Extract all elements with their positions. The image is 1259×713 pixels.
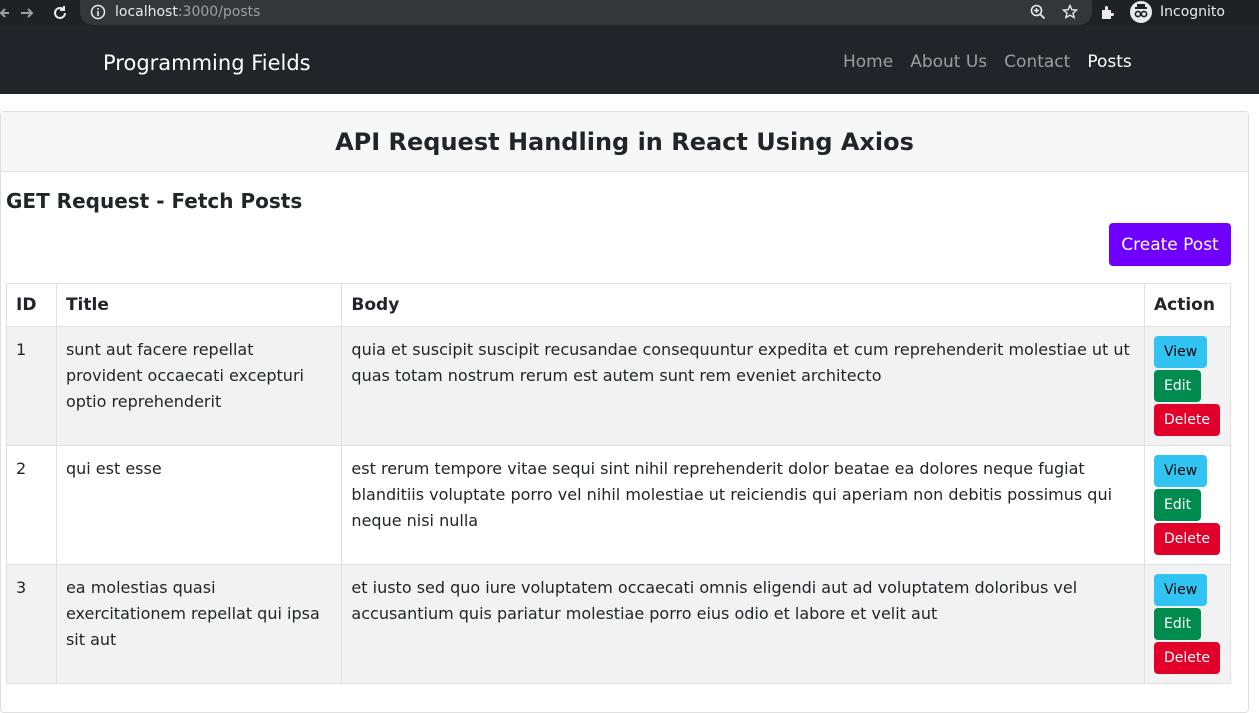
reload-icon[interactable]	[50, 0, 70, 25]
posts-card: API Request Handling in React Using Axio…	[0, 111, 1249, 713]
nav-links: Home About Us Contact Posts	[843, 51, 1149, 73]
back-icon[interactable]	[0, 0, 10, 25]
table-row: 1 sunt aut facere repellat provident occ…	[6, 326, 1232, 446]
zoom-icon[interactable]	[1030, 4, 1046, 24]
star-icon[interactable]	[1061, 3, 1079, 24]
extensions-icon[interactable]	[1100, 4, 1116, 24]
browser-toolbar: localhost:3000/posts Incognito	[0, 0, 1259, 25]
cell-title: ea molestias quasi exercitationem repell…	[55, 564, 343, 684]
table-header-row: ID Title Body Action	[6, 283, 1232, 327]
create-post-button[interactable]: Create Post	[1109, 223, 1231, 266]
edit-button[interactable]: Edit	[1153, 489, 1202, 521]
view-button[interactable]: View	[1153, 574, 1208, 606]
incognito-label: Incognito	[1160, 4, 1225, 20]
table-row: 2 qui est esse est rerum tempore vitae s…	[6, 445, 1232, 565]
table-row: 3 ea molestias quasi exercitationem repe…	[6, 564, 1232, 684]
edit-button[interactable]: Edit	[1153, 608, 1202, 640]
url-text[interactable]: localhost:3000/posts	[115, 3, 260, 21]
cell-id: 2	[6, 445, 57, 565]
cell-title: sunt aut facere repellat provident occae…	[55, 326, 343, 446]
address-bar[interactable]: localhost:3000/posts	[80, 0, 1092, 25]
view-button[interactable]: View	[1153, 455, 1208, 487]
page-title: API Request Handling in React Using Axio…	[335, 127, 914, 156]
delete-button[interactable]: Delete	[1153, 642, 1220, 674]
nav-link-home[interactable]: Home	[843, 51, 893, 73]
header-body: Body	[341, 283, 1145, 327]
header-action: Action	[1143, 283, 1232, 327]
delete-button[interactable]: Delete	[1153, 523, 1220, 555]
cell-actions: View Edit Delete	[1143, 326, 1232, 446]
app-navbar: Programming Fields Home About Us Contact…	[0, 25, 1259, 94]
forward-icon[interactable]	[17, 0, 37, 25]
nav-link-about-us[interactable]: About Us	[910, 51, 987, 73]
site-info-icon[interactable]	[90, 4, 106, 24]
nav-link-contact[interactable]: Contact	[1004, 51, 1070, 73]
cell-body: est rerum tempore vitae sequi sint nihil…	[341, 445, 1145, 565]
cell-actions: View Edit Delete	[1143, 564, 1232, 684]
card-header: API Request Handling in React Using Axio…	[1, 112, 1248, 172]
edit-button[interactable]: Edit	[1153, 370, 1202, 402]
cell-body: et iusto sed quo iure voluptatem occaeca…	[341, 564, 1145, 684]
cell-title: qui est esse	[55, 445, 343, 565]
cell-actions: View Edit Delete	[1143, 445, 1232, 565]
cell-body: quia et suscipit suscipit recusandae con…	[341, 326, 1145, 446]
header-id: ID	[6, 283, 57, 327]
url-path: :3000/posts	[177, 4, 261, 20]
cell-id: 1	[6, 326, 57, 446]
header-title: Title	[55, 283, 343, 327]
nav-link-posts[interactable]: Posts	[1087, 51, 1131, 73]
section-title: GET Request - Fetch Posts	[6, 189, 303, 213]
delete-button[interactable]: Delete	[1153, 404, 1220, 436]
url-host: localhost	[115, 4, 178, 20]
cell-id: 3	[6, 564, 57, 684]
view-button[interactable]: View	[1153, 336, 1208, 368]
incognito-icon[interactable]	[1130, 1, 1152, 23]
posts-table: ID Title Body Action 1 sunt aut facere r…	[6, 283, 1232, 684]
navbar-brand[interactable]: Programming Fields	[103, 50, 311, 76]
